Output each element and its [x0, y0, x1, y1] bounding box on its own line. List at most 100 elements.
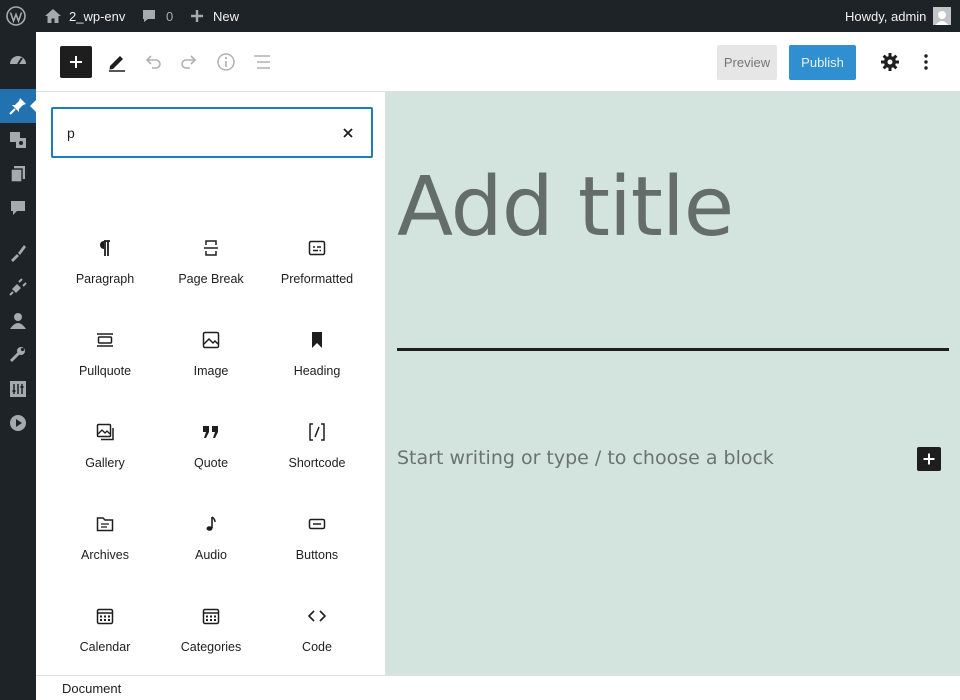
- avatar: [933, 7, 952, 25]
- admin-bar: 2_wp-env 0 New Howdy, admin: [0, 0, 960, 32]
- home-icon: [45, 9, 61, 23]
- block-label: Pullquote: [78, 364, 132, 378]
- block-label: Preformatted: [280, 272, 354, 286]
- editor-canvas: Add title Start writing or type / to cho…: [386, 92, 960, 675]
- plus-icon: [70, 56, 82, 68]
- editor-header: Preview Publish: [36, 32, 960, 92]
- clear-search-button[interactable]: [337, 122, 359, 144]
- block-label: Code: [302, 640, 332, 654]
- block-item-gallery[interactable]: Gallery: [55, 414, 155, 500]
- plus-icon: [923, 453, 935, 465]
- block-item-image[interactable]: Image: [161, 322, 261, 408]
- options-menu-button[interactable]: [908, 44, 944, 80]
- archives-icon: [93, 512, 117, 536]
- pencil-icon: [109, 56, 125, 72]
- tools-pen-button[interactable]: [99, 44, 135, 80]
- pages-icon[interactable]: [0, 157, 36, 191]
- comments-count: 0: [166, 8, 174, 24]
- my-account[interactable]: Howdy, admin: [845, 0, 952, 32]
- undo-button[interactable]: [135, 44, 171, 80]
- close-icon: [343, 128, 353, 138]
- paragraph-icon: [93, 236, 117, 260]
- list-view-icon: [254, 55, 270, 69]
- site-name-link[interactable]: 2_wp-env: [44, 0, 125, 32]
- block-label: Page Break: [178, 272, 244, 286]
- media-play-icon[interactable]: [0, 406, 36, 440]
- plus-icon: [191, 10, 203, 22]
- toggle-inserter-button[interactable]: [60, 46, 92, 78]
- block-item-buttons[interactable]: Buttons: [267, 506, 367, 592]
- block-label: Gallery: [85, 456, 125, 470]
- settings-button[interactable]: [872, 44, 908, 80]
- users-icon[interactable]: [0, 304, 36, 338]
- block-search-input[interactable]: [67, 121, 317, 145]
- block-search: [51, 107, 373, 158]
- gallery-icon: [93, 420, 117, 444]
- block-label: Calendar: [79, 640, 131, 654]
- details-button[interactable]: [208, 44, 244, 80]
- breadcrumb-document[interactable]: Document: [62, 681, 121, 696]
- paragraph-placeholder[interactable]: Start writing or type / to choose a bloc…: [397, 447, 774, 469]
- wordpress-logo-icon[interactable]: [6, 0, 28, 32]
- preformatted-icon: [305, 236, 329, 260]
- block-item-shortcode[interactable]: Shortcode: [267, 414, 367, 500]
- block-label: Shortcode: [288, 456, 346, 470]
- post-title-placeholder[interactable]: Add title: [397, 160, 734, 255]
- page-break-icon: [199, 236, 223, 260]
- comments-icon[interactable]: [0, 191, 36, 225]
- block-item-paragraph[interactable]: Paragraph: [55, 230, 155, 316]
- block-label: Image: [193, 364, 229, 378]
- block-label: Buttons: [295, 548, 339, 562]
- appearance-icon[interactable]: [0, 236, 36, 270]
- list-view-button[interactable]: [244, 44, 280, 80]
- block-item-preformatted[interactable]: Preformatted: [267, 230, 367, 316]
- comment-bubble-icon: [143, 10, 155, 22]
- media-icon[interactable]: [0, 123, 36, 157]
- block-item-code[interactable]: Code: [267, 598, 367, 684]
- block-item-audio[interactable]: Audio: [161, 506, 261, 592]
- dashboard-icon[interactable]: [0, 43, 36, 77]
- editor-footer: Document: [36, 675, 960, 700]
- block-label: Categories: [180, 640, 242, 654]
- block-label: Archives: [81, 548, 129, 562]
- block-item-calendar[interactable]: Calendar: [55, 598, 155, 684]
- plugins-icon[interactable]: [0, 270, 36, 304]
- more-vertical-icon: [924, 54, 928, 70]
- preview-button[interactable]: Preview: [717, 45, 777, 80]
- block-label: Heading: [293, 364, 341, 378]
- block-label: Paragraph: [75, 272, 135, 286]
- tools-icon[interactable]: [0, 338, 36, 372]
- block-item-quote[interactable]: Quote: [161, 414, 261, 500]
- block-label: Quote: [193, 456, 229, 470]
- audio-icon: [199, 512, 223, 536]
- pullquote-icon: [93, 328, 117, 352]
- new-content-link[interactable]: New: [190, 0, 239, 32]
- block-item-page-break[interactable]: Page Break: [161, 230, 261, 316]
- publish-button[interactable]: Publish: [789, 45, 856, 80]
- add-block-button[interactable]: [917, 447, 941, 471]
- site-name: 2_wp-env: [69, 8, 126, 24]
- code-icon: [305, 604, 329, 628]
- block-inserter-panel: Paragraph Page Break Preformatted Pullqu…: [36, 92, 386, 675]
- quote-icon: [199, 420, 223, 444]
- categories-icon: [199, 604, 223, 628]
- block-item-pullquote[interactable]: Pullquote: [55, 322, 155, 408]
- block-item-archives[interactable]: Archives: [55, 506, 155, 592]
- info-icon: [217, 53, 235, 71]
- undo-icon: [145, 55, 161, 69]
- image-icon: [199, 328, 223, 352]
- heading-bookmark-icon: [305, 328, 329, 352]
- comments-link[interactable]: 0: [141, 0, 173, 32]
- calendar-icon: [93, 604, 117, 628]
- buttons-icon: [305, 512, 329, 536]
- redo-button[interactable]: [171, 44, 207, 80]
- block-item-heading[interactable]: Heading: [267, 322, 367, 408]
- new-label: New: [213, 8, 240, 24]
- title-underline: [397, 348, 949, 351]
- admin-side-menu: [0, 32, 36, 700]
- settings-icon[interactable]: [0, 372, 36, 406]
- posts-pin-icon[interactable]: [0, 89, 36, 123]
- block-item-categories[interactable]: Categories: [161, 598, 261, 684]
- block-label: Audio: [195, 548, 227, 562]
- shortcode-icon: [305, 420, 329, 444]
